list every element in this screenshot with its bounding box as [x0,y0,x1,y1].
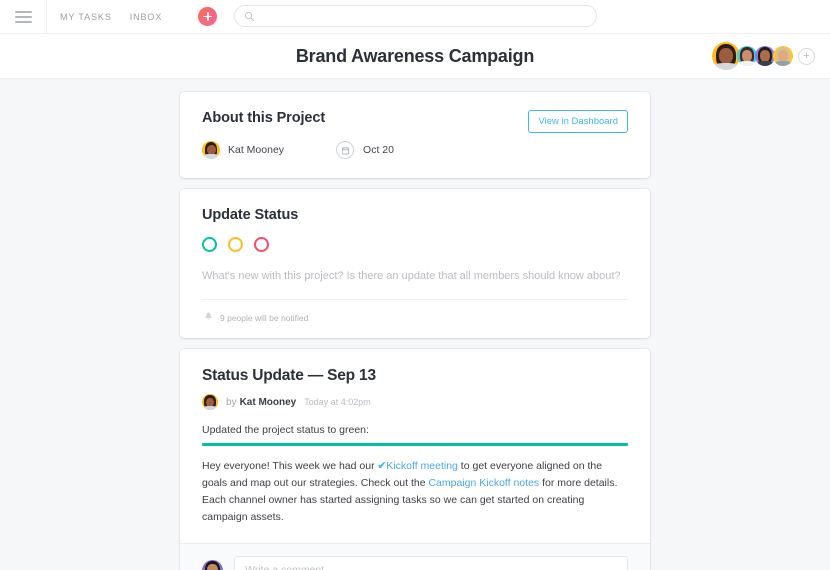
body-text-part1: Hey everyone! This week we had our [202,460,377,472]
status-option-off-track[interactable] [254,237,269,252]
checkmark-icon: ✔ [377,460,386,472]
page-title: Brand Awareness Campaign [296,46,534,67]
avatar [202,394,218,410]
byline-author[interactable]: Kat Mooney [240,397,297,408]
add-member-button[interactable]: + [798,48,815,65]
project-owner[interactable]: Kat Mooney [202,141,284,159]
status-option-group [202,237,628,252]
project-due-date[interactable]: Oct 20 [336,141,394,159]
notify-text: 9 people will be notified [220,313,308,323]
hamburger-menu-icon[interactable] [0,0,47,34]
view-in-dashboard-button[interactable]: View in Dashboard [528,110,628,133]
avatar [202,560,223,570]
project-owner-name: Kat Mooney [228,144,284,156]
hamburger-bar [15,21,32,23]
status-update-body: Hey everyone! This week we had our ✔Kick… [202,458,628,543]
nav-item-inbox[interactable]: INBOX [130,12,163,22]
status-update-post-card: Status Update — Sep 13 by Kat Mooney Tod… [180,349,650,570]
about-card-meta: Kat Mooney Oct 20 [202,141,628,159]
calendar-icon[interactable] [336,141,354,159]
status-option-at-risk[interactable] [228,237,243,252]
bell-icon [204,309,213,327]
avatar[interactable] [755,46,775,66]
update-status-card: Update Status What's new with this proje… [180,189,650,338]
status-change-line: Updated the project status to green: [202,424,628,436]
notify-row: 9 people will be notified [202,300,628,338]
member-avatar-list: + [712,42,815,70]
status-update-byline: by Kat Mooney Today at 4:02pm [202,394,628,410]
search-bar[interactable] [234,5,597,27]
hamburger-bar [15,11,32,13]
update-status-title: Update Status [202,207,628,223]
link-campaign-kickoff-notes[interactable]: Campaign Kickoff notes [428,477,539,489]
nav-item-my-tasks[interactable]: MY TASKS [60,12,112,22]
byline-timestamp: Today at 4:02pm [304,397,371,407]
top-navigation-bar: MY TASKS INBOX [0,0,830,34]
status-color-bar [202,443,628,446]
comment-input[interactable] [234,556,628,570]
avatar[interactable] [737,46,757,66]
avatar [202,141,220,159]
main-content: About this Project View in Dashboard Kat… [0,79,830,570]
about-project-card: About this Project View in Dashboard Kat… [180,92,650,178]
quick-add-button[interactable] [198,7,217,26]
search-icon [244,11,255,22]
hamburger-bar [15,16,32,18]
avatar[interactable] [712,42,740,70]
avatar[interactable] [773,46,793,66]
status-update-title: Status Update — Sep 13 [202,367,628,385]
comment-bar [180,543,650,570]
link-kickoff-meeting[interactable]: Kickoff meeting [386,460,458,472]
byline-by-word: by [226,397,237,408]
due-date-text: Oct 20 [363,144,394,156]
status-option-on-track[interactable] [202,237,217,252]
project-header: Brand Awareness Campaign [0,34,830,79]
search-input[interactable] [260,11,580,22]
status-update-input[interactable]: What's new with this project? Is there a… [202,270,628,300]
nav-links: MY TASKS INBOX [60,7,217,26]
